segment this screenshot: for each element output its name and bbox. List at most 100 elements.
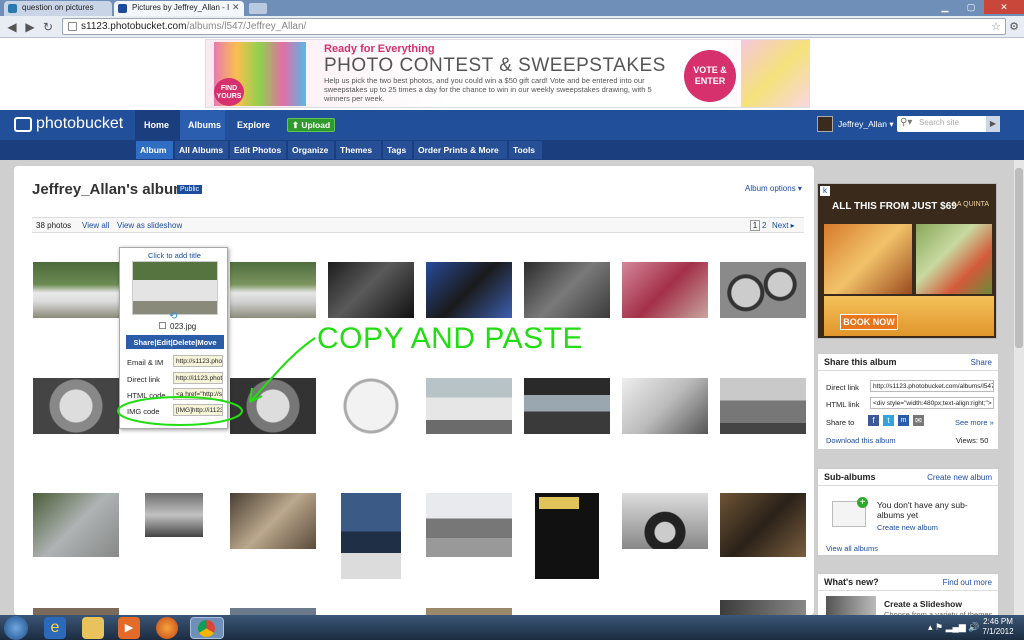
nav-home[interactable]: Home bbox=[136, 110, 177, 140]
add-title-link[interactable]: Click to add title bbox=[120, 251, 229, 260]
tab-photobucket[interactable]: Pictures by Jeffrey_Allan - I bbox=[114, 1, 244, 16]
close-tab-icon[interactable]: ✕ bbox=[232, 2, 240, 13]
ad-banner[interactable]: FIND YOURS Ready for Everything PHOTO CO… bbox=[205, 39, 810, 108]
search-input[interactable]: Search site bbox=[919, 118, 959, 127]
photo-thumbnail[interactable] bbox=[230, 262, 316, 318]
photo-thumbnail[interactable] bbox=[426, 608, 512, 615]
slideshow-link[interactable]: View as slideshow bbox=[117, 221, 182, 230]
upload-button[interactable]: ⬆ Upload bbox=[287, 118, 335, 132]
subnav-order-prints[interactable]: Order Prints & More bbox=[414, 141, 507, 159]
album-html-link-field[interactable]: <div style="width:480px;text-align:right… bbox=[870, 397, 994, 409]
forward-icon[interactable]: ▶ bbox=[22, 19, 38, 35]
view-all-albums-link[interactable]: View all albums bbox=[826, 544, 878, 553]
nav-explore[interactable]: Explore bbox=[229, 110, 278, 140]
view-all-link[interactable]: View all bbox=[82, 221, 109, 230]
create-album-link[interactable]: Create new album bbox=[927, 473, 992, 482]
album-options-link[interactable]: Album options ▾ bbox=[745, 184, 802, 193]
media-player-icon[interactable]: ▶ bbox=[118, 617, 140, 639]
photo-thumbnail[interactable] bbox=[720, 262, 806, 318]
photo-thumbnail[interactable] bbox=[535, 493, 599, 579]
star-icon[interactable]: ☆ bbox=[991, 20, 1001, 33]
minimize-icon[interactable]: ▁ bbox=[932, 0, 958, 14]
page-1[interactable]: 1 bbox=[750, 220, 760, 231]
tray-icons[interactable]: ▴ ⚑ ▂▄▆ 🔊 bbox=[928, 622, 980, 633]
photo-thumbnail[interactable] bbox=[33, 493, 119, 557]
photo-thumbnail[interactable] bbox=[341, 493, 401, 579]
address-bar[interactable]: s1123.photobucket.com/albums/l547/Jeffre… bbox=[62, 18, 1006, 35]
search-go-icon[interactable]: ▶ bbox=[986, 116, 1000, 132]
photo-thumbnail[interactable] bbox=[622, 262, 708, 318]
vote-enter-button[interactable]: VOTE & ENTER bbox=[684, 50, 736, 102]
ad-choices-icon[interactable]: k bbox=[820, 186, 830, 196]
see-more-link[interactable]: See more » bbox=[955, 418, 994, 427]
start-button-icon[interactable] bbox=[4, 616, 28, 640]
photo-thumbnail[interactable] bbox=[524, 378, 610, 434]
find-out-more-link[interactable]: Find out more bbox=[943, 578, 992, 587]
window-controls: ▁ ▢ ✕ bbox=[932, 0, 1024, 14]
whats-new-box: What's new? Find out more Create a Slide… bbox=[817, 573, 999, 616]
photo-thumbnail[interactable] bbox=[426, 262, 512, 318]
photo-thumbnail[interactable] bbox=[426, 493, 512, 557]
photo-thumbnail[interactable] bbox=[622, 493, 708, 549]
download-album-link[interactable]: Download this album bbox=[826, 436, 896, 445]
select-checkbox[interactable] bbox=[159, 322, 166, 329]
photo-thumbnail[interactable] bbox=[33, 262, 119, 318]
photo-thumbnail[interactable] bbox=[230, 493, 316, 549]
myspace-icon[interactable]: m bbox=[898, 415, 909, 426]
photo-thumbnail[interactable] bbox=[33, 608, 119, 615]
create-slideshow-title[interactable]: Create a Slideshow bbox=[884, 599, 962, 609]
popup-photo[interactable] bbox=[132, 261, 218, 315]
logo-text[interactable]: photobucket bbox=[36, 115, 123, 133]
photo-thumbnail[interactable] bbox=[524, 262, 610, 318]
twitter-icon[interactable]: t bbox=[883, 415, 894, 426]
album-direct-link-field[interactable]: http://s1123.photobucket.com/albums/l547 bbox=[870, 380, 994, 392]
clock[interactable]: 2:46 PM 7/1/2012 bbox=[978, 617, 1018, 637]
subnav-album[interactable]: Album bbox=[136, 141, 173, 159]
photo-thumbnail[interactable] bbox=[33, 378, 119, 434]
tab-question-on-pictures[interactable]: question on pictures bbox=[4, 1, 112, 16]
avatar[interactable] bbox=[817, 116, 833, 132]
rotate-icon[interactable]: ⟲ bbox=[169, 311, 181, 322]
subnav-themes[interactable]: Themes bbox=[336, 141, 381, 159]
subnav-edit-photos[interactable]: Edit Photos bbox=[230, 141, 286, 159]
chrome-taskbar-button[interactable] bbox=[190, 617, 224, 639]
subnav-all-albums[interactable]: All Albums bbox=[175, 141, 228, 159]
side-ad[interactable]: k ALL THIS FROM JUST $69 LA QUINTA BOOK … bbox=[817, 183, 997, 339]
firefox-icon[interactable] bbox=[156, 617, 178, 639]
new-tab-button[interactable] bbox=[249, 3, 267, 14]
slideshow-thumbnail[interactable] bbox=[826, 596, 876, 616]
maximize-icon[interactable]: ▢ bbox=[958, 0, 984, 14]
scrollbar-thumb[interactable] bbox=[1015, 168, 1023, 348]
create-new-album-link[interactable]: Create new album bbox=[877, 523, 938, 532]
plus-icon: + bbox=[857, 497, 868, 508]
photo-thumbnail[interactable] bbox=[622, 378, 708, 434]
photo-thumbnail[interactable] bbox=[720, 378, 806, 434]
ie-icon[interactable]: e bbox=[44, 617, 66, 639]
book-now-button[interactable]: BOOK NOW bbox=[840, 314, 898, 330]
photo-thumbnail[interactable] bbox=[720, 600, 806, 615]
explorer-folder-icon[interactable] bbox=[82, 617, 104, 639]
search-box[interactable]: ⚲▾ Search site ▶ bbox=[897, 116, 1000, 132]
photo-thumbnail[interactable] bbox=[426, 378, 512, 434]
photo-thumbnail[interactable] bbox=[145, 493, 203, 537]
dancer-image bbox=[741, 40, 809, 107]
photo-thumbnail[interactable] bbox=[720, 493, 806, 557]
next-page[interactable]: Next ▸ bbox=[772, 221, 795, 230]
facebook-icon[interactable]: f bbox=[868, 415, 879, 426]
close-window-icon[interactable]: ✕ bbox=[984, 0, 1024, 14]
subnav-tools[interactable]: Tools bbox=[509, 141, 542, 159]
user-menu[interactable]: Jeffrey_Allan ▾ bbox=[838, 119, 894, 130]
page-scrollbar[interactable] bbox=[1014, 160, 1024, 615]
share-link[interactable]: Share bbox=[971, 358, 992, 367]
page-2[interactable]: 2 bbox=[762, 221, 766, 230]
subnav-organize[interactable]: Organize bbox=[288, 141, 334, 159]
wrench-icon[interactable]: ⚙ bbox=[1006, 19, 1022, 35]
email-icon[interactable]: ✉ bbox=[913, 415, 924, 426]
photo-thumbnail[interactable] bbox=[328, 378, 414, 434]
photo-thumbnail[interactable] bbox=[328, 262, 414, 318]
reload-icon[interactable]: ↻ bbox=[40, 19, 56, 35]
photo-thumbnail[interactable] bbox=[230, 608, 316, 615]
back-icon[interactable]: ◀ bbox=[4, 19, 20, 35]
subnav-tags[interactable]: Tags bbox=[383, 141, 412, 159]
nav-albums[interactable]: Albums bbox=[180, 110, 229, 140]
